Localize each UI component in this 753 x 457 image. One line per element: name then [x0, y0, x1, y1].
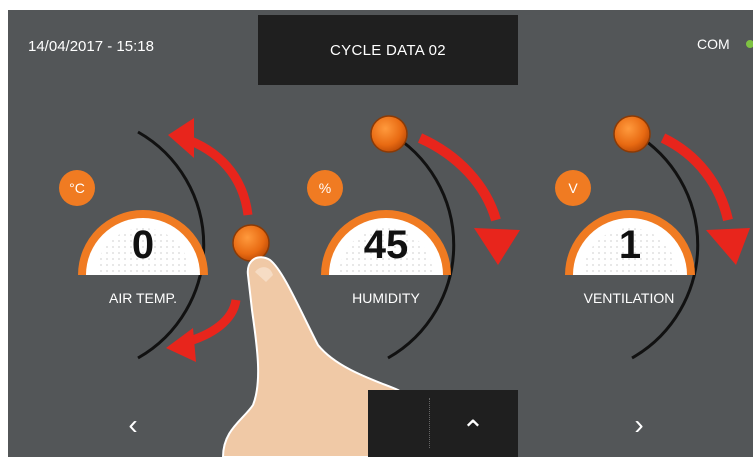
humidity-value: 45: [363, 223, 409, 267]
chevron-up-icon: ⌃: [461, 414, 485, 446]
com-status-indicator-icon: [746, 40, 753, 48]
next-button[interactable]: ›: [614, 405, 664, 445]
humidity-unit: %: [318, 180, 332, 196]
chevron-right-icon: ›: [634, 409, 644, 440]
chevron-left-icon: ‹: [128, 409, 138, 440]
ventilation-label: VENTILATION: [583, 290, 675, 306]
com-status-label: COM: [697, 36, 730, 52]
humidity-label: HUMIDITY: [352, 290, 420, 306]
page-title: CYCLE DATA 02: [330, 41, 446, 59]
up-button[interactable]: ⌃: [448, 410, 498, 450]
air-temp-value: 0: [131, 223, 155, 267]
button-divider: [429, 398, 430, 448]
control-panel-screen: 14/04/2017 - 15:18 CYCLE DATA 02 COM °C …: [8, 10, 753, 457]
ventilation-unit: V: [568, 180, 578, 196]
previous-button[interactable]: ‹: [108, 405, 158, 445]
humidity-arrow: [417, 133, 501, 222]
page-title-box: CYCLE DATA 02: [258, 15, 518, 85]
ventilation-knob[interactable]: [613, 115, 651, 153]
air-temp-knob[interactable]: [232, 224, 270, 262]
bottom-nav-bar: ‹ ⌃ ›: [8, 390, 753, 457]
air-temp-unit: °C: [69, 180, 85, 196]
air-temp-label: AIR TEMP.: [109, 290, 177, 306]
humidity-knob[interactable]: [370, 115, 408, 153]
ventilation-value: 1: [618, 223, 642, 267]
datetime-display: 14/04/2017 - 15:18: [28, 38, 154, 55]
ventilation-arrow: [660, 133, 733, 222]
